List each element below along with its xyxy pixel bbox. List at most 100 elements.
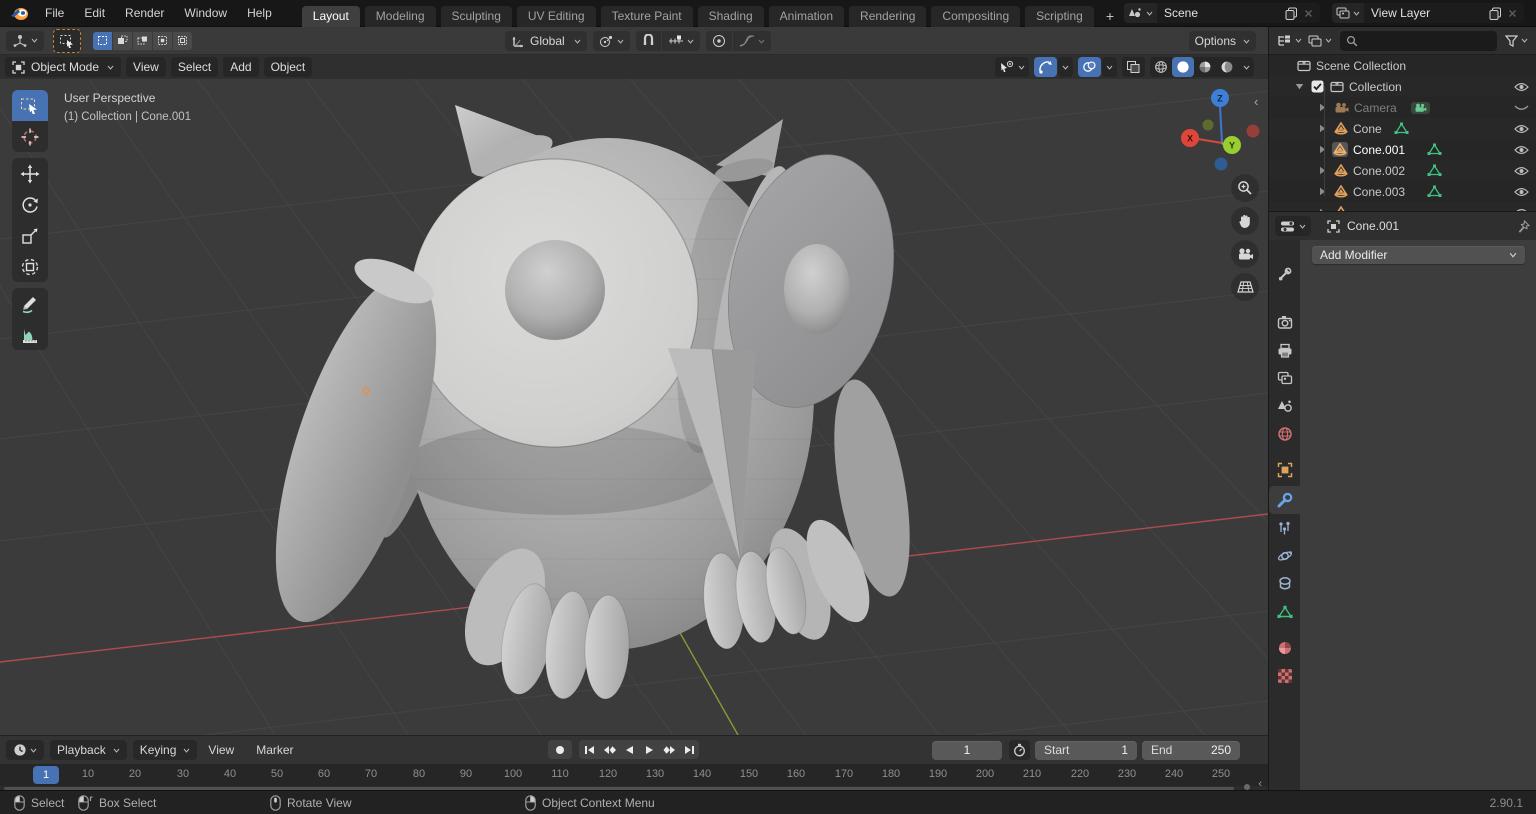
add-workspace-button[interactable]: + <box>1099 6 1121 27</box>
menu-view[interactable]: View <box>126 57 166 77</box>
tab-texture[interactable] <box>1269 662 1300 690</box>
active-tool-box-select[interactable] <box>53 29 81 53</box>
current-frame-field[interactable]: 1 <box>932 741 1002 760</box>
outliner-display-mode-button[interactable] <box>1305 31 1335 51</box>
tab-uv-editing[interactable]: UV Editing <box>517 6 596 27</box>
active-camera-badge[interactable] <box>1411 102 1430 114</box>
viewport-3d[interactable]: User Perspective (1) Collection | Cone.0… <box>0 79 1268 735</box>
shading-wireframe-button[interactable] <box>1150 57 1172 77</box>
menu-window[interactable]: Window <box>174 6 237 20</box>
prev-keyframe-button[interactable] <box>599 740 619 759</box>
outliner-row-camera[interactable]: Camera <box>1269 97 1536 118</box>
gizmo-axis-neg-y[interactable] <box>1203 120 1214 131</box>
mode-dropdown[interactable]: Object Mode <box>5 57 121 77</box>
record-button[interactable] <box>548 740 572 759</box>
tool-move[interactable] <box>12 158 48 189</box>
gizmo-axis-neg-x[interactable] <box>1247 125 1260 138</box>
eye-open-icon[interactable] <box>1514 124 1529 134</box>
tab-render[interactable] <box>1269 308 1300 336</box>
camera-view-button[interactable] <box>1231 240 1259 268</box>
tab-object-data[interactable] <box>1269 598 1300 626</box>
timeline-collapse-arrow[interactable]: ‹ <box>1258 778 1262 790</box>
tab-world[interactable] <box>1269 420 1300 448</box>
timeline-view-menu[interactable]: View <box>197 743 245 757</box>
outliner-row-cone-001[interactable]: Cone.001 <box>1269 139 1536 160</box>
proportional-falloff-dropdown[interactable] <box>733 31 771 51</box>
shading-material-button[interactable] <box>1194 57 1216 77</box>
frame-start-field[interactable]: Start 1 <box>1035 741 1137 760</box>
play-button[interactable] <box>639 740 659 759</box>
show-gizmo-toggle[interactable] <box>1034 57 1057 77</box>
properties-editor-type-button[interactable] <box>1275 216 1311 236</box>
disclosure-open-icon[interactable] <box>1295 83 1304 90</box>
navigation-gizmo[interactable]: Z X Y <box>1176 88 1260 172</box>
snap-settings-dropdown[interactable] <box>662 31 700 51</box>
blender-logo-icon[interactable] <box>10 6 29 21</box>
tab-sculpting[interactable]: Sculpting <box>441 6 512 27</box>
sidebar-collapse-arrow[interactable]: ‹ <box>1254 94 1258 109</box>
show-overlays-toggle[interactable] <box>1078 57 1101 77</box>
menu-object[interactable]: Object <box>264 57 313 77</box>
tab-particles[interactable] <box>1269 514 1300 542</box>
eye-open-icon[interactable] <box>1514 166 1529 176</box>
tab-constraints[interactable] <box>1269 570 1300 598</box>
eye-open-icon[interactable] <box>1514 145 1529 155</box>
tool-rotate[interactable] <box>12 189 48 220</box>
tab-modeling[interactable]: Modeling <box>365 6 436 27</box>
add-modifier-dropdown[interactable]: Add Modifier <box>1312 246 1525 264</box>
tool-transform[interactable] <box>12 251 48 282</box>
shading-solid-button[interactable] <box>1172 57 1194 77</box>
select-mode-intersect[interactable] <box>173 32 192 50</box>
options-dropdown[interactable]: Options <box>1189 31 1256 51</box>
outliner-row-cone-002[interactable]: Cone.002 <box>1269 160 1536 181</box>
tool-cursor[interactable] <box>12 121 48 152</box>
eye-closed-icon[interactable] <box>1514 103 1529 113</box>
toggle-perspective-button[interactable] <box>1231 273 1259 301</box>
outliner-filter-button[interactable] <box>1502 31 1531 51</box>
unlink-close-icon[interactable] <box>1304 9 1313 18</box>
proportional-editing-toggle[interactable] <box>706 31 732 51</box>
eye-open-icon[interactable] <box>1514 187 1529 197</box>
overlays-settings-dropdown[interactable] <box>1102 57 1117 77</box>
next-keyframe-button[interactable] <box>659 740 679 759</box>
frame-end-field[interactable]: End 250 <box>1142 741 1240 760</box>
region-divider-vertical[interactable] <box>1268 27 1269 790</box>
outliner-search-input[interactable] <box>1340 31 1497 51</box>
menu-add[interactable]: Add <box>223 57 258 77</box>
toggle-xray[interactable] <box>1122 57 1145 77</box>
tab-tool[interactable] <box>1269 260 1300 288</box>
tab-rendering[interactable]: Rendering <box>849 6 926 27</box>
outliner-row-scene-collection[interactable]: Scene Collection <box>1269 55 1536 76</box>
checkbox-checked-icon[interactable] <box>1311 80 1324 93</box>
tab-scene[interactable] <box>1269 392 1300 420</box>
transform-orientation-dropdown[interactable]: Global <box>505 31 587 51</box>
tab-animation[interactable]: Animation <box>769 6 844 27</box>
tab-modifiers[interactable] <box>1269 486 1300 514</box>
play-reverse-button[interactable] <box>619 740 639 759</box>
tab-shading[interactable]: Shading <box>698 6 764 27</box>
jump-to-start-button[interactable] <box>579 740 599 759</box>
tab-scripting[interactable]: Scripting <box>1025 6 1094 27</box>
tab-output[interactable] <box>1269 336 1300 364</box>
timeline-editor-type-button[interactable] <box>6 740 44 760</box>
pan-button[interactable] <box>1231 207 1259 235</box>
object-type-visibility-dropdown[interactable] <box>995 57 1029 77</box>
editor-type-button[interactable] <box>6 31 44 51</box>
scene-browse-button[interactable] <box>1124 3 1157 23</box>
select-mode-extend[interactable] <box>113 32 132 50</box>
gizmo-settings-dropdown[interactable] <box>1058 57 1073 77</box>
tab-compositing[interactable]: Compositing <box>931 6 1020 27</box>
tab-layout[interactable]: Layout <box>302 6 360 27</box>
jump-to-end-button[interactable] <box>679 740 699 759</box>
outliner-row-cone[interactable]: Cone <box>1269 118 1536 139</box>
outliner-row-cone-003[interactable]: Cone.003 <box>1269 181 1536 202</box>
menu-select[interactable]: Select <box>171 57 218 77</box>
view-layer-browse-button[interactable] <box>1332 3 1364 23</box>
menu-help[interactable]: Help <box>237 6 282 20</box>
new-copy-icon[interactable] <box>1285 7 1298 20</box>
menu-file[interactable]: File <box>35 6 74 20</box>
tab-material[interactable] <box>1269 634 1300 662</box>
shading-rendered-button[interactable] <box>1216 57 1238 77</box>
zoom-button[interactable] <box>1231 174 1259 202</box>
timeline-marker-menu[interactable]: Marker <box>245 743 304 757</box>
